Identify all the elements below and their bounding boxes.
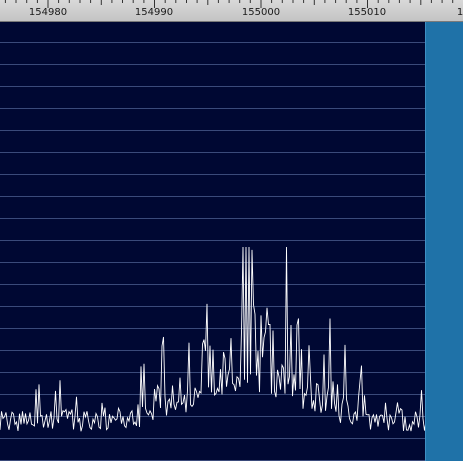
ruler-label-155000: 155000 bbox=[241, 7, 281, 18]
spectrum-canvas bbox=[0, 42, 463, 461]
spectrum-plot[interactable] bbox=[0, 22, 463, 461]
ruler-label-154980: 154980 bbox=[28, 7, 68, 18]
ruler-label-155010: 155010 bbox=[347, 7, 387, 18]
ruler-label-154990: 154990 bbox=[134, 7, 174, 18]
spectrum-trace bbox=[0, 246, 463, 432]
ruler-label-partial: 1 bbox=[456, 7, 463, 18]
spectrum-display-window: 154980 154990 155000 155010 1 bbox=[0, 0, 463, 461]
filter-passband[interactable] bbox=[425, 22, 463, 461]
ruler-ticks bbox=[4, 0, 454, 8]
frequency-ruler[interactable]: 154980 154990 155000 155010 1 bbox=[0, 0, 463, 22]
